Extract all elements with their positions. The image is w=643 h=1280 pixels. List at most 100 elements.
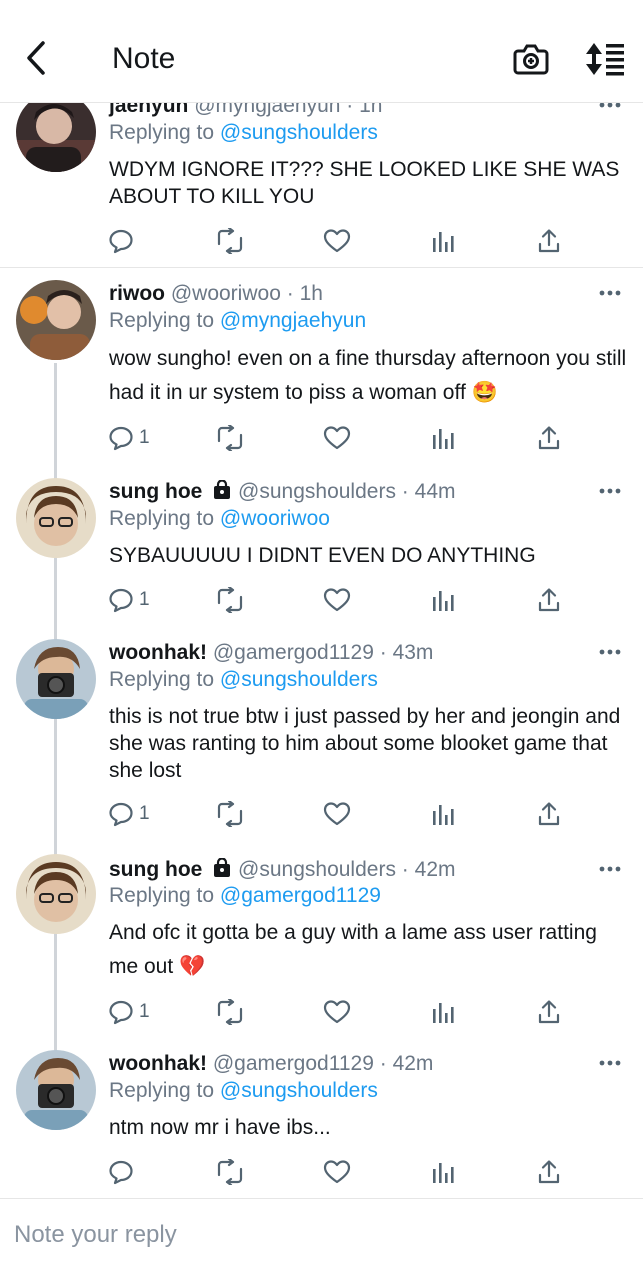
reply-button[interactable]: 1 bbox=[108, 799, 150, 829]
display-name[interactable]: woonhak! bbox=[109, 641, 207, 664]
like-button[interactable] bbox=[323, 423, 351, 453]
comment-icon bbox=[109, 1000, 133, 1025]
display-name[interactable]: sung hoe bbox=[109, 480, 202, 503]
views-button[interactable] bbox=[431, 226, 455, 256]
avatar[interactable] bbox=[16, 280, 96, 360]
replying-to: Replying to @sungshoulders bbox=[109, 121, 378, 145]
stats-icon bbox=[433, 429, 454, 449]
replying-to-label: Replying to bbox=[109, 668, 215, 691]
username[interactable]: @sungshoulders bbox=[238, 480, 396, 503]
replying-to-label: Replying to bbox=[109, 1079, 215, 1102]
more-options-icon[interactable] bbox=[599, 647, 621, 657]
replying-to-link[interactable]: @myngjaehyun bbox=[220, 309, 366, 332]
avatar[interactable] bbox=[16, 854, 96, 934]
comment-icon bbox=[109, 802, 133, 827]
like-button[interactable] bbox=[323, 226, 351, 256]
username[interactable]: @wooriwoo bbox=[171, 282, 281, 305]
display-name[interactable]: riwoo bbox=[109, 282, 165, 305]
replying-to: Replying to @myngjaehyun bbox=[109, 309, 366, 333]
timestamp: 44m bbox=[414, 480, 456, 503]
more-options-icon[interactable] bbox=[599, 1058, 621, 1068]
reply-text: this is not true btw i just passed by he… bbox=[109, 705, 621, 782]
username[interactable]: @gamergod1129 bbox=[213, 641, 374, 664]
reply-input[interactable] bbox=[14, 1221, 614, 1249]
reply-button[interactable]: 1 bbox=[108, 585, 150, 615]
comment-icon bbox=[109, 1160, 133, 1185]
chevron-left-icon bbox=[27, 41, 45, 75]
replying-to: Replying to @sungshoulders bbox=[109, 1079, 378, 1103]
more-options-icon[interactable] bbox=[599, 864, 621, 874]
heart-icon bbox=[323, 1000, 351, 1024]
avatar[interactable] bbox=[16, 639, 96, 719]
replying-to: Replying to @wooriwoo bbox=[109, 507, 330, 531]
avatar[interactable] bbox=[16, 478, 96, 558]
display-name[interactable]: sung hoe bbox=[109, 858, 202, 881]
avatar[interactable] bbox=[16, 92, 96, 172]
replying-to-link[interactable]: @sungshoulders bbox=[220, 668, 378, 691]
camera-button[interactable] bbox=[512, 40, 550, 78]
display-name[interactable]: woonhak! bbox=[109, 1052, 207, 1075]
views-button[interactable] bbox=[431, 423, 455, 453]
reply-meta: riwoo @wooriwoo · 1h bbox=[109, 282, 323, 306]
sort-replies-button[interactable] bbox=[584, 40, 628, 78]
repost-button[interactable] bbox=[215, 799, 245, 829]
stats-icon bbox=[433, 1003, 454, 1023]
share-button[interactable] bbox=[537, 799, 561, 829]
repost-icon bbox=[217, 425, 243, 451]
heart-icon bbox=[323, 802, 351, 826]
like-button[interactable] bbox=[323, 799, 351, 829]
top-bar: Note bbox=[0, 0, 643, 103]
stats-icon bbox=[433, 1163, 454, 1183]
username[interactable]: @sungshoulders bbox=[238, 858, 396, 881]
avatar[interactable] bbox=[16, 1050, 96, 1130]
replies-feed[interactable]: jaenyun @myngjaehyun · 1h Replying to @s… bbox=[0, 80, 643, 1198]
reply-button[interactable]: 1 bbox=[108, 997, 150, 1027]
meta-separator: · bbox=[401, 480, 409, 503]
repost-icon bbox=[217, 587, 243, 613]
repost-icon bbox=[217, 801, 243, 827]
replying-to-link[interactable]: @sungshoulders bbox=[220, 1079, 378, 1102]
reply-button[interactable] bbox=[108, 1157, 139, 1187]
replying-to-link[interactable]: @wooriwoo bbox=[220, 507, 330, 530]
views-button[interactable] bbox=[431, 997, 455, 1027]
more-options-icon[interactable] bbox=[599, 486, 621, 496]
share-icon bbox=[538, 426, 560, 450]
repost-icon bbox=[217, 1159, 243, 1185]
more-options-icon[interactable] bbox=[599, 288, 621, 298]
stats-icon bbox=[433, 591, 454, 611]
back-button[interactable] bbox=[18, 38, 54, 78]
repost-button[interactable] bbox=[215, 997, 245, 1027]
reply-count: 1 bbox=[139, 589, 150, 610]
repost-button[interactable] bbox=[215, 1157, 245, 1187]
repost-button[interactable] bbox=[215, 226, 245, 256]
reply-button[interactable] bbox=[108, 226, 139, 256]
heart-icon bbox=[323, 1160, 351, 1184]
share-button[interactable] bbox=[537, 423, 561, 453]
like-button[interactable] bbox=[323, 585, 351, 615]
replying-to-link[interactable]: @sungshoulders bbox=[220, 121, 378, 144]
share-icon bbox=[538, 1000, 560, 1024]
reply-count: 1 bbox=[139, 427, 150, 448]
replying-to-link[interactable]: @gamergod1129 bbox=[220, 884, 381, 907]
username[interactable]: @gamergod1129 bbox=[213, 1052, 374, 1075]
share-button[interactable] bbox=[537, 585, 561, 615]
views-button[interactable] bbox=[431, 799, 455, 829]
repost-button[interactable] bbox=[215, 585, 245, 615]
views-button[interactable] bbox=[431, 585, 455, 615]
replying-to: Replying to @sungshoulders bbox=[109, 668, 378, 692]
like-button[interactable] bbox=[323, 1157, 351, 1187]
share-button[interactable] bbox=[537, 997, 561, 1027]
action-bar: 1 bbox=[0, 585, 643, 615]
repost-button[interactable] bbox=[215, 423, 245, 453]
meta-separator: · bbox=[401, 858, 409, 881]
reply-count: 1 bbox=[139, 1001, 150, 1022]
share-button[interactable] bbox=[537, 226, 561, 256]
reply-meta: sung hoe @sungshoulders · 42m bbox=[109, 858, 456, 882]
share-button[interactable] bbox=[537, 1157, 561, 1187]
share-icon bbox=[538, 588, 560, 612]
reply-meta: sung hoe @sungshoulders · 44m bbox=[109, 480, 456, 504]
views-button[interactable] bbox=[431, 1157, 455, 1187]
reply-button[interactable]: 1 bbox=[108, 423, 150, 453]
reply-text: wow sungho! even on a fine thursday afte… bbox=[109, 347, 627, 404]
like-button[interactable] bbox=[323, 997, 351, 1027]
